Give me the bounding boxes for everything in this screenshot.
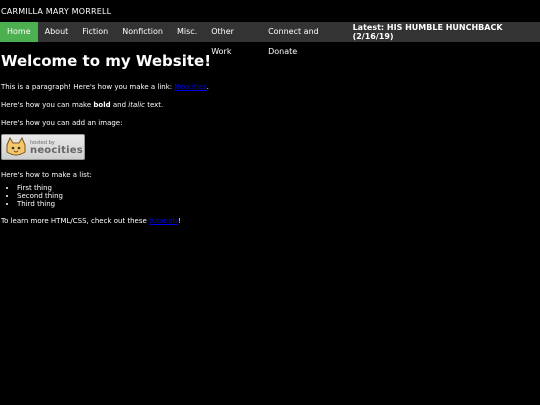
list-item: Third thing — [17, 200, 540, 208]
p1-text: This is a paragraph! Here's how you make… — [1, 83, 175, 91]
nav-item-fiction[interactable]: Fiction — [75, 22, 115, 42]
paragraph-image: Here's how you can add an image: — [1, 119, 123, 127]
neocities-badge-image[interactable]: hosted by neocities — [1, 134, 85, 160]
nav-latest-link[interactable]: Latest: HIS HUMBLE HUNCHBACK (2/16/19) — [353, 23, 540, 41]
neocities-cat-icon — [6, 136, 26, 156]
list-item: Second thing — [17, 192, 540, 200]
neocities-link[interactable]: Neocities — [174, 83, 206, 91]
paragraph-formatting: Here's how you can make bold and italic … — [1, 100, 540, 110]
p2-text-c: text. — [144, 101, 164, 109]
list-item: First thing — [17, 184, 540, 192]
p5-text: To learn more HTML/CSS, check out these — [1, 217, 150, 225]
paragraph-tutorials: To learn more HTML/CSS, check out these … — [1, 216, 540, 226]
italic-text: italic — [128, 101, 145, 109]
p1-end: . — [206, 83, 209, 91]
nav-item-nonfiction[interactable]: Nonfiction — [115, 22, 170, 42]
nav-item-other-work[interactable]: Other Work — [204, 22, 261, 56]
badge-text: hosted by neocities — [30, 139, 83, 156]
badge-big-text: neocities — [30, 145, 83, 156]
nav-item-misc[interactable]: Misc. — [170, 22, 204, 42]
navbar: Home About Fiction Nonfiction Misc. Othe… — [0, 22, 540, 56]
p2-text-a: Here's how you can make — [1, 101, 94, 109]
main-content: Welcome to my Website! This is a paragra… — [0, 52, 540, 226]
p5-end: ! — [177, 217, 181, 225]
tutorials-link[interactable]: tutorials — [149, 217, 178, 225]
paragraph-list: Here's how to make a list: — [1, 171, 92, 179]
site-title: CARMILLA MARY MORRELL — [1, 7, 112, 16]
p2-text-b: and — [110, 101, 129, 109]
nav-item-home[interactable]: Home — [0, 22, 38, 42]
example-list: First thing Second thing Third thing — [1, 184, 540, 208]
paragraph-link: This is a paragraph! Here's how you make… — [1, 82, 540, 92]
bold-text: bold — [93, 101, 111, 109]
nav-item-about[interactable]: About — [38, 22, 76, 42]
nav-item-connect-donate[interactable]: Connect and Donate — [261, 22, 353, 56]
